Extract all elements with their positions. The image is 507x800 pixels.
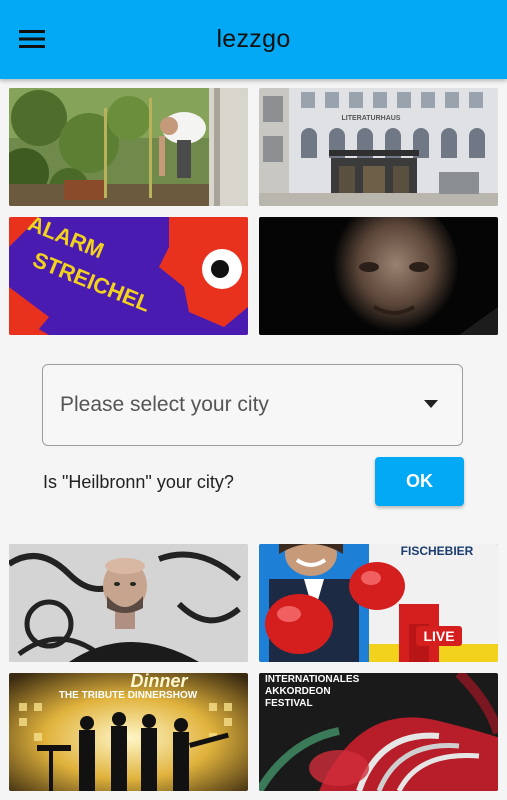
event-tile-literaturhaus[interactable]: LITERATURHAUS xyxy=(259,88,498,206)
city-select[interactable]: Please select your city xyxy=(42,364,463,446)
event-tile-alarm-streichel[interactable]: ALARM STREICHEL xyxy=(9,217,248,335)
dropdown-arrow-icon xyxy=(424,400,438,408)
person-gardening-photo xyxy=(9,88,248,206)
app-title: lezzgo xyxy=(216,25,291,53)
ok-button[interactable]: OK xyxy=(375,457,464,506)
poster-subtitle: THE TRIBUTE DINNERSHOW xyxy=(59,690,198,701)
poster-script: Dinner xyxy=(130,673,188,691)
city-select-label: Please select your city xyxy=(60,393,269,416)
poster-line-2: AKKORDEON xyxy=(265,686,331,697)
city-confirm-question: Is "Heilbronn" your city? xyxy=(43,472,234,492)
literaturhaus-building-photo: LITERATURHAUS xyxy=(259,88,498,206)
poster-line-3: FESTIVAL xyxy=(265,698,313,709)
building-sign: LITERATURHAUS xyxy=(342,115,401,122)
man-portrait-dark-photo xyxy=(259,217,498,335)
event-tile-boxer[interactable]: FISCHEBIER LIVE xyxy=(259,544,498,662)
event-tile-akkordeon-festival[interactable]: INTERNATIONALES AKKORDEON FESTIVAL xyxy=(259,673,498,791)
event-tile-dinnershow[interactable]: Dinner THE TRIBUTE DINNERSHOW xyxy=(9,673,248,791)
app-bar: lezzgo xyxy=(0,0,507,79)
bald-man-graffiti-photo xyxy=(9,544,248,662)
accordion-festival-poster: INTERNATIONALES AKKORDEON FESTIVAL xyxy=(259,673,498,791)
dinner-show-poster: Dinner THE TRIBUTE DINNERSHOW xyxy=(9,673,248,791)
alarm-streichel-poster: ALARM STREICHEL xyxy=(9,217,248,335)
live-badge: LIVE xyxy=(423,628,454,644)
event-tile-portrait[interactable] xyxy=(259,217,498,335)
boxer-poster: FISCHEBIER LIVE xyxy=(259,544,498,662)
poster-line-1: INTERNATIONALES xyxy=(265,674,360,685)
event-tile-gardening[interactable] xyxy=(9,88,248,206)
event-tile-bald-man[interactable] xyxy=(9,544,248,662)
poster-title: FISCHEBIER xyxy=(401,544,474,558)
